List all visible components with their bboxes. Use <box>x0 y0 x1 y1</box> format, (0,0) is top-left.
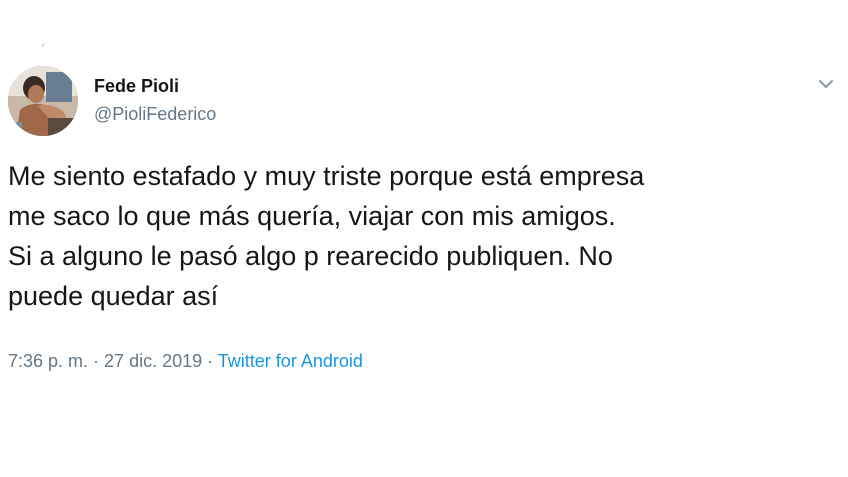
tweet-card: Fede Pioli @PioliFederico Me siento esta… <box>0 0 848 477</box>
tweet-text-line: me saco lo que más quería, viajar con mi… <box>8 201 616 231</box>
more-options-button[interactable] <box>814 74 838 94</box>
tweet-text-line: puede quedar así <box>8 281 219 311</box>
author-name[interactable]: Fede Pioli <box>94 76 179 97</box>
tweet-text-line: Si a alguno le pasó algo p rearecido pub… <box>8 241 613 271</box>
tweet-text-line: Me siento estafado y muy triste porque e… <box>8 161 645 191</box>
tweet-date[interactable]: 27 dic. 2019 <box>104 351 202 371</box>
tweet-text: Me siento estafado y muy triste porque e… <box>8 156 840 316</box>
tweet-source-link[interactable]: Twitter for Android <box>218 351 363 371</box>
chevron-down-icon <box>819 80 833 88</box>
author-handle[interactable]: @PioliFederico <box>94 104 216 125</box>
profile-photo-icon <box>8 66 78 136</box>
divider <box>42 44 44 47</box>
tweet-time[interactable]: 7:36 p. m. <box>8 351 88 371</box>
meta-separator: · <box>88 351 105 371</box>
meta-separator: · <box>202 351 218 371</box>
avatar[interactable] <box>8 66 78 136</box>
tweet-metadata: 7:36 p. m. · 27 dic. 2019 · Twitter for … <box>8 351 363 372</box>
